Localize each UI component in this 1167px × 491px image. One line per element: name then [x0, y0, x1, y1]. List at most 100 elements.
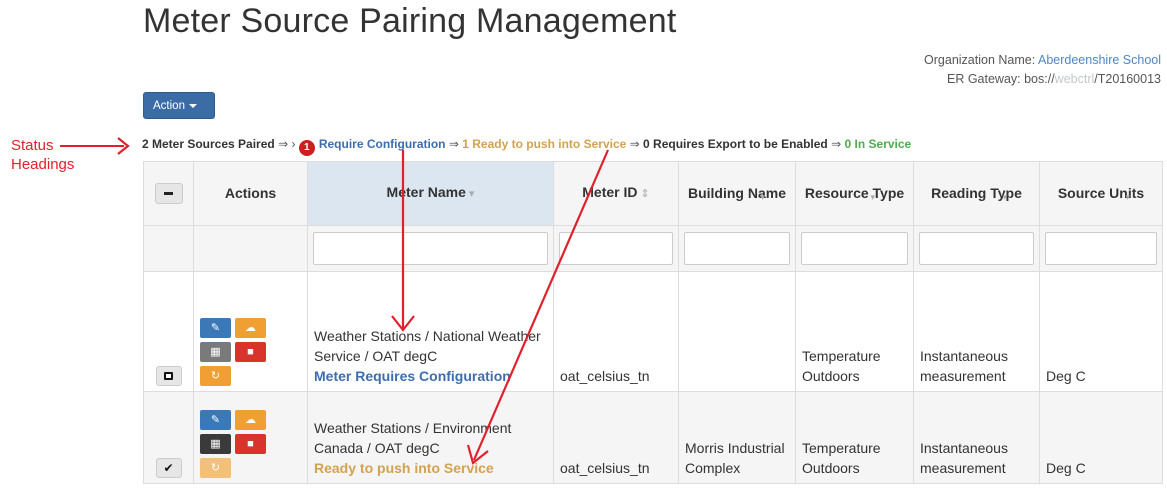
org-name-link[interactable]: Aberdeenshire School	[1038, 53, 1161, 67]
status-ready-to-push[interactable]: 1 Ready to push into Service	[462, 137, 626, 151]
meter-id-header-label: Meter ID	[582, 184, 638, 200]
status-requires-export[interactable]: 0 Requires Export to be Enabled	[643, 137, 828, 151]
status-arrow-2: ⇒	[448, 137, 459, 151]
building-name-cell: Morris Industrial Complex	[678, 391, 796, 484]
reading-type-cell: Instantaneous measurement	[913, 271, 1040, 392]
annotation-pointer-arrowhead	[117, 137, 130, 155]
select-all-toggle[interactable]	[154, 183, 183, 204]
header-row: Actions Meter Name ▾ Meter ID ⇕ Building N…	[143, 161, 1163, 226]
filter-cell-resource-type	[795, 225, 914, 272]
meter-name-header-label: Meter Name	[386, 184, 466, 200]
reading-type-header-label: Reading Type	[931, 185, 1022, 201]
refresh-icon[interactable]: ↻	[200, 366, 231, 386]
status-sub-arrow: ›	[291, 137, 296, 151]
building-name-header-label: Building Name	[687, 185, 786, 201]
sort-hint-icon: ▾	[1125, 192, 1130, 202]
row-select-cell	[143, 271, 194, 392]
status-in-service[interactable]: 0 In Service	[845, 137, 912, 151]
column-header-building-name[interactable]: Building Name ▾	[678, 161, 796, 226]
building-name-filter-input[interactable]	[684, 232, 790, 265]
delete-trash-icon[interactable]: ■	[235, 434, 266, 454]
push-cloud-icon[interactable]: ☁	[235, 318, 266, 338]
source-units-cell: Deg C	[1039, 271, 1163, 392]
filter-cell-meter-name	[307, 225, 554, 272]
org-info: Organization Name: Aberdeenshire School …	[924, 51, 1161, 89]
table-row: ✎ ☁ ▦ ■ ↻ Weather Stations / National We…	[143, 271, 1163, 392]
filter-cell-source-units	[1039, 225, 1163, 272]
meter-export-icon[interactable]: ▦	[200, 342, 231, 362]
gateway-redacted: webctrl	[1054, 72, 1095, 86]
push-cloud-icon[interactable]: ☁	[235, 410, 266, 430]
source-units-cell: Deg C	[1039, 391, 1163, 484]
row-action-buttons: ✎ ☁ ▦ ■ ↻	[200, 318, 266, 386]
edit-pencil-icon[interactable]: ✎	[200, 318, 231, 338]
status-arrow-3: ⇒	[629, 137, 640, 151]
row-status-requires-configuration[interactable]: Meter Requires Configuration	[314, 368, 511, 384]
gateway-line: ER Gateway: bos://webctrl/T20160013	[924, 70, 1161, 89]
resource-type-cell: Temperature Outdoors	[795, 271, 914, 392]
meter-export-icon[interactable]: ▦	[200, 434, 231, 454]
column-header-actions: Actions	[193, 161, 308, 226]
status-paired[interactable]: 2 Meter Sources Paired	[142, 137, 275, 151]
filter-row	[143, 225, 1163, 272]
action-button-label: Action	[153, 100, 185, 112]
org-name-label: Organization Name:	[924, 53, 1036, 67]
row-select-toggle[interactable]	[155, 366, 182, 386]
sort-hint-icon: ▾	[1002, 192, 1007, 202]
annotation-headings-label: Headings	[11, 156, 75, 173]
meter-name-cell: Weather Stations / Environment Canada / …	[307, 391, 554, 484]
checkmark-icon: ✔	[163, 461, 174, 475]
resource-type-header-label: Resource Type	[804, 185, 905, 201]
square-icon	[164, 372, 173, 380]
filter-cell-empty	[143, 225, 194, 272]
org-name-line: Organization Name: Aberdeenshire School	[924, 51, 1161, 70]
row-actions-cell: ✎ ☁ ▦ ■ ↻	[193, 391, 308, 484]
status-require-configuration[interactable]: Require Configuration	[319, 137, 446, 151]
sort-hint-icon: ▾	[870, 192, 875, 202]
column-header-meter-id[interactable]: Meter ID ⇕	[553, 161, 679, 226]
page-title: Meter Source Pairing Management	[143, 2, 677, 40]
filter-cell-reading-type	[913, 225, 1040, 272]
row-status-ready-to-push[interactable]: Ready to push into Service	[314, 460, 494, 476]
column-header-meter-name[interactable]: Meter Name ▾	[307, 161, 554, 226]
source-units-filter-input[interactable]	[1045, 232, 1157, 265]
table-row: ✔ ✎ ☁ ▦ ■ ↻ Weather Stations / Environme…	[143, 391, 1163, 484]
building-name-cell	[678, 271, 796, 392]
actions-header-label: Actions	[224, 185, 277, 201]
delete-trash-icon[interactable]: ■	[235, 342, 266, 362]
meter-id-filter-input[interactable]	[559, 232, 673, 265]
filter-cell-empty	[193, 225, 308, 272]
status-arrow-4: ⇒	[831, 137, 842, 151]
meter-name-text: Weather Stations / National Weather Serv…	[314, 328, 541, 364]
row-select-toggle[interactable]: ✔	[155, 458, 182, 478]
row-action-buttons: ✎ ☁ ▦ ■ ↻	[200, 410, 266, 478]
column-header-resource-type[interactable]: Resource Type ▾	[795, 161, 914, 226]
meter-name-filter-input[interactable]	[313, 232, 548, 265]
caret-down-icon	[188, 103, 197, 108]
status-arrow-1: ⇒	[278, 137, 289, 151]
sort-both-icon: ⇕	[640, 188, 650, 200]
meter-name-text: Weather Stations / Environment Canada / …	[314, 420, 512, 456]
resource-type-filter-input[interactable]	[801, 232, 908, 265]
edit-pencil-icon[interactable]: ✎	[200, 410, 231, 430]
source-units-header-label: Source Units	[1057, 185, 1145, 201]
reading-type-cell: Instantaneous measurement	[913, 391, 1040, 484]
annotation-status-label: Status	[11, 137, 54, 154]
gateway-label: ER Gateway: bos://	[946, 72, 1055, 86]
meter-pairing-table: Actions Meter Name ▾ Meter ID ⇕ Building N…	[143, 161, 1163, 484]
column-header-source-units[interactable]: Source Units ▾	[1039, 161, 1163, 226]
filter-cell-building-name	[678, 225, 796, 272]
column-header-reading-type[interactable]: Reading Type ▾	[913, 161, 1040, 226]
gateway-tail: /T20160013	[1094, 72, 1161, 86]
meter-id-cell: oat_celsius_tn	[553, 271, 679, 392]
require-config-count-badge: 1	[298, 140, 315, 156]
refresh-icon[interactable]: ↻	[200, 458, 231, 478]
meter-id-cell: oat_celsius_tn	[553, 391, 679, 484]
row-actions-cell: ✎ ☁ ▦ ■ ↻	[193, 271, 308, 392]
sort-hint-icon: ▾	[760, 192, 765, 202]
minus-icon	[164, 192, 173, 195]
resource-type-cell: Temperature Outdoors	[795, 391, 914, 484]
action-dropdown-button[interactable]: Action	[143, 92, 215, 119]
reading-type-filter-input[interactable]	[919, 232, 1034, 265]
meter-name-cell: Weather Stations / National Weather Serv…	[307, 271, 554, 392]
